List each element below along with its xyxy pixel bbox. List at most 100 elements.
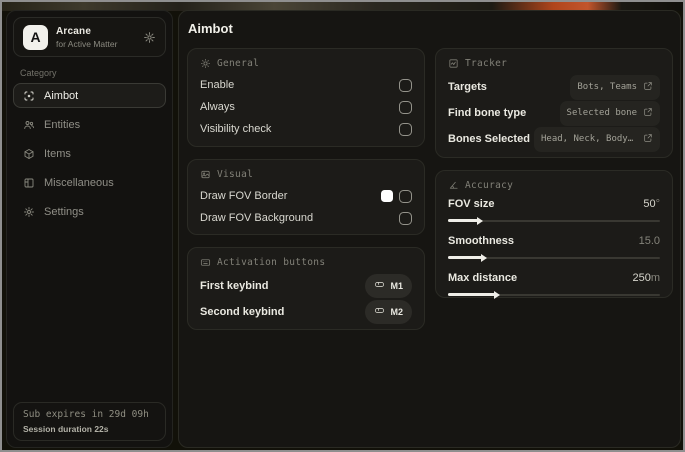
brand-subtitle: for Active Matter bbox=[56, 38, 118, 49]
subscription-info-box: Sub expires in 29d 09h Session duration … bbox=[13, 402, 166, 441]
setting-row-always: Always bbox=[200, 96, 412, 118]
sidebar-item-label: Entities bbox=[44, 118, 81, 131]
card-title: Visual bbox=[217, 169, 254, 180]
max-distance-value: 250m bbox=[632, 272, 660, 284]
setting-label: Enable bbox=[200, 79, 235, 91]
select-expand-icon bbox=[643, 104, 653, 122]
crosshair-scan-icon bbox=[23, 90, 35, 102]
card-general: General Enable Always Visibility check bbox=[187, 48, 425, 147]
slider-thumb[interactable] bbox=[493, 290, 500, 299]
max-distance-slider[interactable] bbox=[448, 290, 660, 299]
setting-row-bones-selected: Bones Selected Head, Neck, Body, Pe... bbox=[448, 126, 660, 152]
card-visual-header: Visual bbox=[200, 169, 412, 180]
sidebar-nav: Aimbot Entities Items Miscellaneous Sett… bbox=[7, 83, 172, 224]
angle-icon bbox=[448, 180, 459, 191]
setting-label: Draw FOV Border bbox=[200, 190, 288, 202]
slider-fill bbox=[448, 253, 487, 262]
setting-row-smoothness: Smoothness 15.0 bbox=[448, 233, 660, 262]
fov-border-color-swatch[interactable] bbox=[381, 190, 393, 202]
setting-row-first-keybind: First keybind M1 bbox=[200, 273, 412, 299]
slider-thumb[interactable] bbox=[476, 216, 483, 225]
controls bbox=[381, 189, 412, 203]
users-icon bbox=[23, 119, 35, 131]
sidebar-item-label: Settings bbox=[44, 205, 84, 218]
setting-row-visibility-check: Visibility check bbox=[200, 118, 412, 140]
always-checkbox[interactable] bbox=[399, 100, 412, 114]
setting-label: Targets bbox=[448, 81, 487, 93]
image-icon bbox=[200, 169, 211, 180]
card-title: Tracker bbox=[465, 58, 508, 69]
second-keybind-button[interactable]: M2 bbox=[365, 300, 412, 324]
brand-card: A Arcane for Active Matter bbox=[13, 17, 166, 57]
sidebar-item-label: Miscellaneous bbox=[44, 176, 114, 189]
setting-label: Draw FOV Background bbox=[200, 212, 314, 224]
smoothness-value: 15.0 bbox=[638, 235, 660, 247]
sidebar-item-label: Items bbox=[44, 147, 71, 160]
targets-select[interactable]: Bots, Teams bbox=[570, 74, 660, 100]
sidebar-item-miscellaneous[interactable]: Miscellaneous bbox=[13, 170, 166, 195]
sidebar-item-settings[interactable]: Settings bbox=[13, 199, 166, 224]
brand-logo: A bbox=[23, 24, 48, 50]
select-value: Head, Neck, Body, Pe... bbox=[541, 134, 637, 144]
setting-label: Smoothness bbox=[448, 235, 515, 247]
setting-row-draw-fov-background: Draw FOV Background bbox=[200, 207, 412, 229]
card-activation-buttons: Activation buttons First keybind M1 Seco… bbox=[187, 247, 425, 330]
tracker-pulse-icon bbox=[448, 58, 459, 69]
draw-fov-background-checkbox[interactable] bbox=[399, 211, 412, 225]
keyboard-icon bbox=[200, 257, 211, 268]
setting-row-targets: Targets Bots, Teams bbox=[448, 74, 660, 100]
category-label: Category bbox=[20, 68, 57, 78]
sidebar-item-label: Aimbot bbox=[44, 89, 79, 102]
keybind-value: M1 bbox=[390, 281, 403, 291]
sidebar-item-items[interactable]: Items bbox=[13, 141, 166, 166]
visibility-check-checkbox[interactable] bbox=[399, 122, 412, 136]
mouse-icon bbox=[374, 303, 385, 321]
card-title: General bbox=[217, 58, 260, 69]
setting-label: Second keybind bbox=[200, 306, 285, 318]
keybind-value: M2 bbox=[390, 307, 403, 317]
setting-row-enable: Enable bbox=[200, 74, 412, 96]
gear-icon[interactable] bbox=[143, 31, 156, 44]
setting-label: Always bbox=[200, 101, 235, 113]
first-keybind-button[interactable]: M1 bbox=[365, 274, 412, 298]
main-panel: Aimbot General Enable Always Visibility … bbox=[178, 10, 681, 448]
card-accuracy-header: Accuracy bbox=[448, 180, 660, 191]
sub-expires-text: Sub expires in 29d 09h bbox=[23, 409, 149, 420]
card-title: Accuracy bbox=[465, 180, 514, 191]
setting-row-fov-size: FOV size 50° bbox=[448, 196, 660, 225]
card-title: Activation buttons bbox=[217, 257, 326, 268]
select-expand-icon bbox=[643, 130, 653, 148]
sidebar: A Arcane for Active Matter Category Aimb… bbox=[6, 10, 173, 448]
page-title: Aimbot bbox=[188, 21, 233, 36]
bones-selected-select[interactable]: Head, Neck, Body, Pe... bbox=[534, 126, 660, 152]
setting-label: Bones Selected bbox=[448, 133, 530, 145]
slider-thumb[interactable] bbox=[480, 253, 487, 262]
setting-label: FOV size bbox=[448, 198, 495, 210]
smoothness-slider[interactable] bbox=[448, 253, 660, 262]
draw-fov-border-checkbox[interactable] bbox=[399, 189, 412, 203]
select-value: Bots, Teams bbox=[577, 82, 637, 92]
sidebar-item-entities[interactable]: Entities bbox=[13, 112, 166, 137]
gear-icon bbox=[23, 206, 35, 218]
slider-fill bbox=[448, 216, 483, 225]
enable-checkbox[interactable] bbox=[399, 78, 412, 92]
setting-label: First keybind bbox=[200, 280, 269, 292]
card-tracker-header: Tracker bbox=[448, 58, 660, 69]
setting-row-max-distance: Max distance 250m bbox=[448, 270, 660, 299]
select-expand-icon bbox=[643, 78, 653, 96]
sun-icon bbox=[200, 58, 211, 69]
cube-icon bbox=[23, 148, 35, 160]
setting-row-second-keybind: Second keybind M2 bbox=[200, 299, 412, 325]
find-bone-type-select[interactable]: Selected bone bbox=[559, 100, 660, 126]
brand-initial: A bbox=[30, 29, 41, 45]
fov-size-slider[interactable] bbox=[448, 216, 660, 225]
select-value: Selected bone bbox=[566, 108, 637, 118]
layout-panel-icon bbox=[23, 177, 35, 189]
setting-label: Find bone type bbox=[448, 107, 527, 119]
card-tracker: Tracker Targets Bots, Teams Find bone ty… bbox=[435, 48, 673, 158]
card-visual: Visual Draw FOV Border Draw FOV Backgrou… bbox=[187, 159, 425, 235]
setting-row-find-bone-type: Find bone type Selected bone bbox=[448, 100, 660, 126]
card-accuracy: Accuracy FOV size 50° Smoothness 15.0 Ma… bbox=[435, 170, 673, 299]
sidebar-item-aimbot[interactable]: Aimbot bbox=[13, 83, 166, 108]
session-duration-text: Session duration 22s bbox=[23, 424, 109, 434]
